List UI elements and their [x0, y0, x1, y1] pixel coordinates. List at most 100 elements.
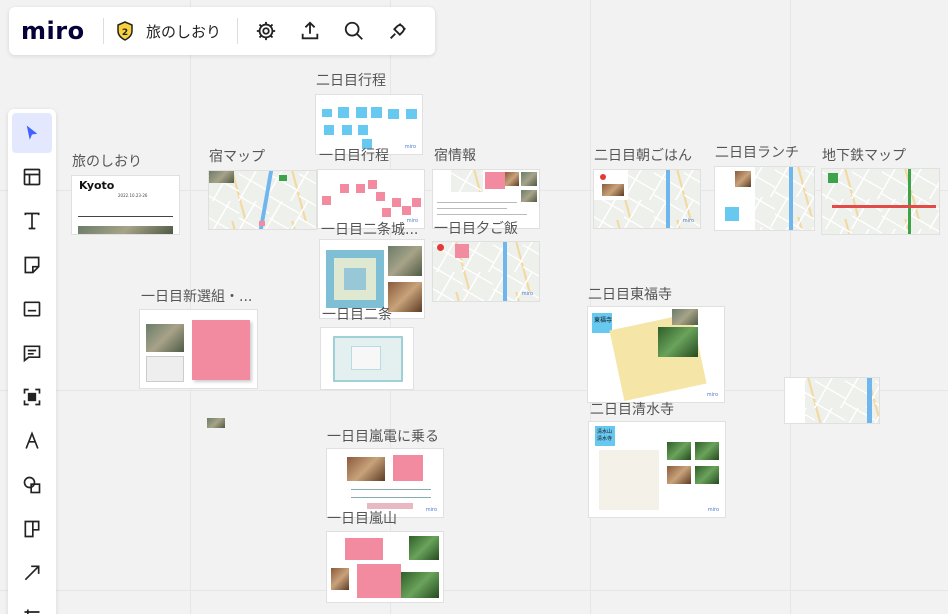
frame-label-day1-nijo-castle[interactable]: 一日目二条城...: [321, 219, 418, 239]
sticky-note: [345, 538, 383, 560]
frame-label-shiori[interactable]: 旅のしおり: [72, 151, 142, 171]
frame-icon[interactable]: [12, 377, 52, 417]
search-icon[interactable]: [332, 11, 376, 51]
temple-photo: [695, 466, 719, 484]
room-photo: [505, 172, 519, 186]
frame-subway-map[interactable]: [822, 169, 939, 234]
frame-label-day1-shinsengumi[interactable]: 一日目新選組・...: [141, 286, 252, 306]
shapes-icon[interactable]: [12, 465, 52, 505]
apple-icon: [437, 244, 444, 251]
upload-icon[interactable]: [288, 11, 332, 51]
frame-day2-kiyomizu[interactable]: 清水山 清水寺 miro: [589, 422, 725, 517]
settings-icon[interactable]: [244, 11, 288, 51]
temple-photo: [667, 442, 691, 460]
frame-day1-nijo[interactable]: [321, 328, 413, 389]
room-photo: [521, 172, 537, 186]
frame-label-day1-nijo[interactable]: 一日目二条: [322, 304, 392, 324]
frame-day2-breakfast[interactable]: miro: [594, 170, 700, 228]
sticky-note: [412, 198, 421, 207]
sticky-note: [393, 455, 423, 481]
frame-shiori[interactable]: Kyoto 2022.10.23-26: [72, 176, 179, 234]
temple-photo: [667, 466, 691, 484]
frame-label-yado-info[interactable]: 宿情報: [434, 145, 476, 165]
card-icon[interactable]: [12, 289, 52, 329]
frame-unlabeled-map[interactable]: [785, 378, 879, 423]
frame-day2-tofukuji[interactable]: 東福寺 miro: [588, 307, 724, 402]
text-icon[interactable]: [12, 201, 52, 241]
trip-date: 2022.10.23-26: [118, 193, 148, 198]
sticky-note: [371, 107, 382, 118]
text-line: [437, 202, 517, 203]
frame-label-day2-breakfast[interactable]: 二日目朝ごはん: [594, 145, 692, 165]
sticky-note: [392, 198, 401, 207]
frame-label-day2-tofukuji[interactable]: 二日目東福寺: [588, 284, 672, 304]
frame-label-day1-arashiyama[interactable]: 一日目嵐山: [327, 508, 397, 528]
temple-photo: [695, 442, 719, 460]
river-line: [867, 378, 872, 423]
top-toolbar: miro 2 旅のしおり: [9, 7, 435, 55]
frame-label-day1-itinerary[interactable]: 一日目行程: [319, 145, 389, 165]
sticky-note: [324, 125, 334, 135]
castle-map: [344, 268, 366, 290]
plug-icon[interactable]: [376, 11, 420, 51]
pen-icon[interactable]: [12, 421, 52, 461]
frame-label-day2-itinerary[interactable]: 二日目行程: [316, 70, 386, 90]
cafe-photo: [602, 184, 624, 196]
frame-label-yado-map[interactable]: 宿マップ: [209, 146, 265, 166]
sticky-note-icon[interactable]: [12, 245, 52, 285]
sticky-note: [356, 184, 365, 193]
stray-image[interactable]: [207, 418, 225, 428]
sticky-note: [322, 109, 332, 117]
frame-label-day1-dinner[interactable]: 一日目夕ご飯: [434, 218, 518, 238]
divider-line: [78, 216, 173, 217]
sticky-note: 清水山 清水寺: [595, 426, 615, 446]
select-cursor-icon[interactable]: [12, 113, 52, 153]
frame-label-subway-map[interactable]: 地下鉄マップ: [822, 145, 906, 165]
comment-icon[interactable]: [12, 333, 52, 373]
sticky-note: [192, 320, 250, 380]
castle-plan: [351, 346, 381, 370]
frame-footer-mark: miro: [682, 218, 694, 224]
subway-line: [832, 205, 936, 208]
miro-logo[interactable]: miro: [9, 17, 97, 45]
frame-day1-dinner[interactable]: miro: [433, 242, 539, 301]
toolbar-divider: [237, 18, 239, 44]
temple-map: [599, 450, 659, 510]
kanban-icon[interactable]: [12, 509, 52, 549]
hotel-photo: [209, 171, 234, 183]
templates-icon[interactable]: [12, 157, 52, 197]
sticky-note: [340, 184, 349, 193]
sticky-note: [382, 208, 391, 217]
board-title[interactable]: 旅のしおり: [140, 21, 231, 42]
frame-label-day1-randen[interactable]: 一日目嵐電に乗る: [327, 426, 439, 446]
frame-label-day2-lunch[interactable]: 二日目ランチ: [715, 142, 799, 162]
sticky-note: [406, 109, 417, 119]
temple-map: [658, 327, 698, 357]
more-tools-icon[interactable]: [12, 597, 52, 614]
room-photo: [521, 190, 537, 202]
sticky-note: [368, 180, 377, 189]
toolbar-divider: [103, 18, 104, 44]
frame-day1-randen[interactable]: miro: [327, 449, 443, 517]
train-route: [351, 497, 431, 498]
floor-plan: [146, 356, 184, 382]
text-line: [437, 214, 527, 215]
frame-footer-mark: miro: [425, 507, 437, 513]
frame-day1-shinsengumi[interactable]: [140, 310, 257, 388]
frame-yado-map[interactable]: [209, 171, 316, 229]
arashiyama-photo: [401, 572, 439, 598]
frame-day2-lunch[interactable]: [715, 167, 814, 230]
connection-line-icon[interactable]: [12, 553, 52, 593]
frame-day1-arashiyama[interactable]: [327, 532, 443, 602]
sticky-note: [356, 107, 367, 118]
temple-photo: [672, 309, 698, 325]
sticky-note: [388, 109, 399, 119]
shield-badge-icon[interactable]: 2: [110, 21, 140, 41]
bamboo-photo: [409, 536, 439, 560]
sticky-note: [338, 107, 349, 118]
train-route: [351, 489, 431, 490]
frame-label-day2-kiyomizu[interactable]: 二日目清水寺: [590, 399, 674, 419]
sticky-note: [322, 196, 331, 205]
sticky-note: [725, 207, 739, 221]
castle-photo: [388, 246, 422, 276]
